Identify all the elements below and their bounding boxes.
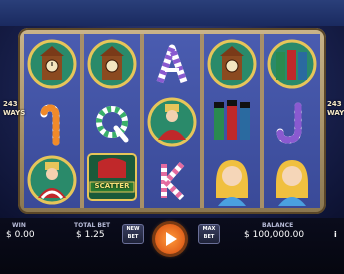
king-nutcracker-symbol: [27, 155, 77, 205]
cuckoo-clock-symbol: [27, 39, 77, 89]
reel-3: [144, 34, 200, 208]
total-bet-label: TOTAL BET: [74, 222, 111, 229]
balance-value: $ 100,000.00: [244, 230, 305, 240]
win-value: $ 0.00: [6, 230, 35, 240]
play-icon: [166, 232, 177, 246]
ways-indicator-left: 243 WAYS: [3, 100, 26, 117]
reel-1: [24, 34, 80, 208]
clara-doll-symbol: [216, 160, 248, 206]
cuckoo-clock-symbol: [87, 39, 137, 89]
win-label: WIN: [12, 222, 26, 229]
spin-button[interactable]: [155, 224, 185, 254]
reel-area: SCATTER: [24, 34, 320, 208]
cuckoo-clock-symbol: [207, 39, 257, 89]
candy-a-symbol: [156, 38, 188, 84]
candy-q-symbol: [96, 106, 129, 143]
king-nutcracker-symbol: [147, 97, 197, 147]
top-banner: [0, 0, 344, 26]
candy-k-symbol: [161, 162, 185, 201]
game-stage: SCATTER 243 WAYS 243 WAY: [0, 0, 344, 218]
balance-label: BALANCE: [262, 222, 294, 229]
total-bet-value: $ 1.25: [76, 230, 105, 240]
clara-doll-symbol: [276, 160, 308, 206]
candy-j-symbol: [276, 102, 302, 144]
toy-soldiers-symbol: [214, 100, 250, 140]
reel-2: SCATTER: [84, 34, 140, 208]
candy-cane-symbol: [40, 104, 60, 146]
scatter-symbol: [87, 153, 137, 201]
toy-soldiers-symbol: [267, 39, 317, 89]
ways-indicator-right: 243 WAYS: [327, 100, 344, 117]
info-button[interactable]: i: [334, 230, 337, 239]
reel-5: [264, 34, 320, 208]
scatter-label: SCATTER: [94, 182, 130, 190]
new-bet-button[interactable]: NEW BET: [122, 224, 144, 244]
reel-4: [204, 34, 260, 208]
max-bet-button[interactable]: MAX BET: [198, 224, 220, 244]
